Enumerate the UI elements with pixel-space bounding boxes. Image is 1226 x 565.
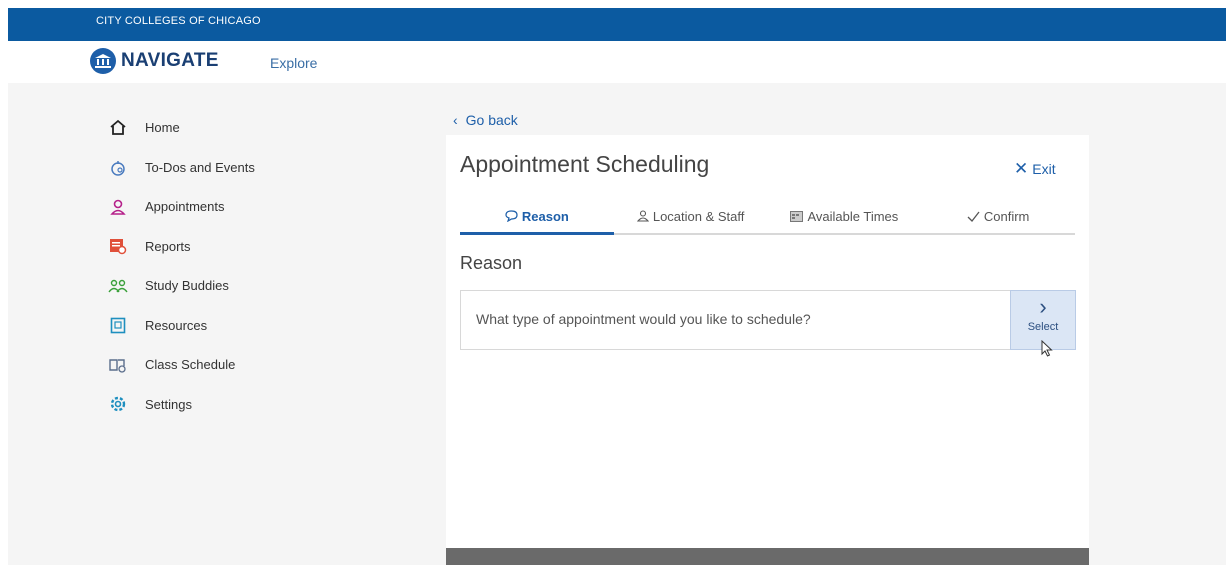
app-frame: CITY COLLEGES OF CHICAGO NAVIGATE Explor…	[8, 8, 1226, 565]
sidebar-item-label: Study Buddies	[145, 278, 229, 294]
exit-label: Exit	[1032, 161, 1056, 177]
chevron-left-icon: ‹	[453, 112, 458, 128]
nav-bar: NAVIGATE Explore	[8, 41, 1226, 83]
sidebar-item-resources[interactable]: Resources	[108, 306, 328, 346]
tab-label: Reason	[521, 209, 569, 224]
todos-icon	[108, 157, 128, 177]
sidebar-item-label: Home	[145, 120, 180, 136]
tab-confirm[interactable]: Confirm	[921, 205, 1075, 233]
sidebar-item-appointments[interactable]: Appointments	[108, 187, 328, 227]
sidebar-item-label: Reports	[145, 238, 191, 254]
scheduling-panel: Appointment Scheduling ✕ Exit Reason Loc…	[446, 135, 1089, 565]
close-icon: ✕	[1014, 159, 1029, 178]
reason-select-row[interactable]: What type of appointment would you like …	[460, 290, 1076, 357]
gear-icon	[108, 394, 128, 414]
tab-label: Location & Staff	[652, 209, 745, 224]
sidebar-item-label: To-Dos and Events	[145, 159, 255, 175]
tab-available-times[interactable]: Available Times	[768, 205, 922, 233]
resources-icon	[108, 315, 128, 335]
home-icon	[108, 118, 128, 138]
sidebar-item-reports[interactable]: Reports	[108, 227, 328, 267]
sidebar-item-settings[interactable]: Settings	[108, 385, 328, 425]
tab-location-staff[interactable]: Location & Staff	[614, 205, 768, 233]
calendar-icon	[790, 210, 804, 225]
chevron-right-icon: ›	[1039, 294, 1047, 319]
person-icon	[108, 197, 128, 217]
reports-icon	[108, 236, 128, 256]
go-back-link[interactable]: ‹ Go back	[453, 112, 518, 128]
sidebar: Home To-Dos and Events Appointments Repo…	[108, 108, 328, 424]
sidebar-item-class-schedule[interactable]: Class Schedule	[108, 345, 328, 385]
reason-question: What type of appointment would you like …	[476, 311, 811, 327]
bottom-bar	[446, 548, 1089, 565]
select-label: Select	[1027, 321, 1059, 333]
explore-link[interactable]: Explore	[270, 55, 317, 71]
tab-reason[interactable]: Reason	[460, 205, 614, 235]
sidebar-item-label: Class Schedule	[145, 357, 236, 373]
institution-name: CITY COLLEGES OF CHICAGO	[96, 15, 261, 27]
institution-bar: CITY COLLEGES OF CHICAGO	[8, 8, 1226, 41]
sidebar-item-home[interactable]: Home	[108, 108, 328, 148]
check-icon	[967, 210, 980, 225]
sidebar-item-study-buddies[interactable]: Study Buddies	[108, 266, 328, 306]
select-button[interactable]: › Select	[1010, 290, 1076, 357]
go-back-label: Go back	[465, 112, 518, 128]
step-tabs: Reason Location & Staff Available Times …	[460, 205, 1075, 235]
sidebar-item-label: Resources	[145, 317, 208, 333]
sidebar-item-label: Settings	[145, 396, 192, 412]
tab-label: Available Times	[807, 209, 899, 224]
mouse-pointer-icon	[1041, 339, 1053, 362]
sidebar-item-todos[interactable]: To-Dos and Events	[108, 148, 328, 188]
class-schedule-icon	[108, 355, 128, 375]
section-heading: Reason	[460, 253, 523, 273]
building-icon	[90, 48, 116, 74]
navigate-logo[interactable]: NAVIGATE	[90, 47, 219, 75]
sidebar-item-label: Appointments	[145, 199, 225, 215]
page-title: Appointment Scheduling	[460, 151, 710, 177]
brand-name: NAVIGATE	[121, 50, 219, 71]
person-icon	[636, 210, 650, 225]
speech-bubble-icon	[505, 210, 518, 225]
study-buddies-icon	[108, 276, 128, 296]
exit-button[interactable]: ✕ Exit	[1014, 159, 1056, 179]
tab-label: Confirm	[983, 209, 1030, 224]
